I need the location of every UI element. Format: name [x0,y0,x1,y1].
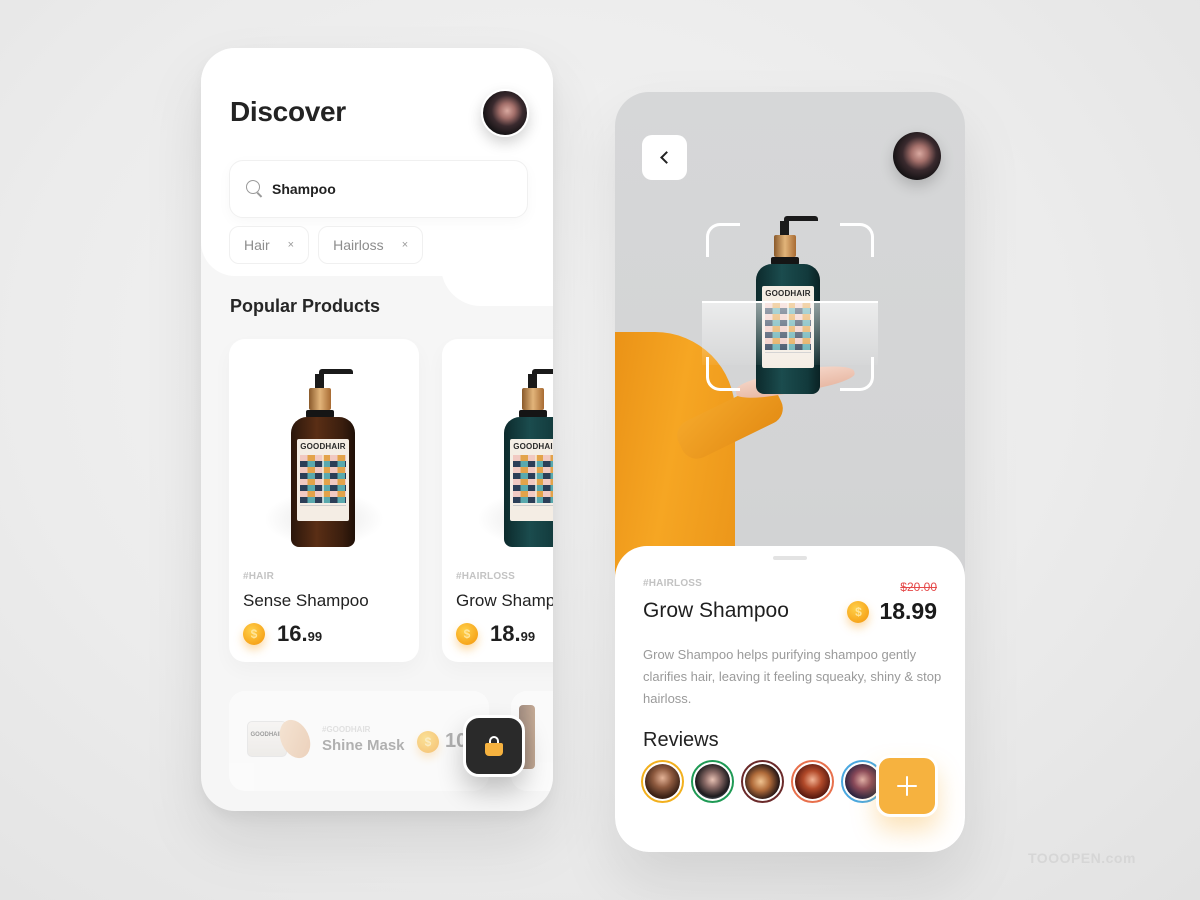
close-icon[interactable]: × [288,239,294,251]
reviewer-list [641,760,884,803]
cart-button[interactable] [463,715,525,777]
add-to-cart-button[interactable] [876,755,938,817]
product-price: $ 18.99 [456,621,535,647]
scan-frame [702,223,878,391]
user-avatar[interactable] [481,89,529,137]
product-card-grow-shampoo[interactable]: GOODHAIR #HAIRLOSS Grow Shampoo $ 18.99 [442,339,553,662]
chip-label: Hairloss [333,237,384,253]
scan-glow [702,303,878,365]
filter-chip-hair[interactable]: Hair × [229,226,310,264]
shopping-bag-icon [485,736,503,756]
coin-icon: $ [243,623,265,645]
chevron-left-icon [660,151,673,164]
product-price: $ 18.99 [847,598,937,625]
discover-screen: Discover Hair × Hairloss × Popular Produ… [201,48,553,811]
coin-icon: $ [456,623,478,645]
product-name: Grow Shampoo [643,599,789,622]
product-tag: #HAIRLOSS [456,571,516,582]
coin-icon: $ [847,600,870,623]
price-cents: 99 [307,629,323,644]
old-price: $20.00 [900,580,937,594]
product-description: Grow Shampoo helps purifying shampoo gen… [643,647,942,706]
reviews-title: Reviews [643,729,719,751]
product-tag: #HAIR [243,571,275,582]
product-detail-screen: GOODHAIR #HAIRLOSS Grow Shampoo $20.00 $… [615,92,965,852]
scan-line [702,301,878,303]
sheet-drag-handle[interactable] [773,556,807,560]
chip-label: Hair [244,237,270,253]
coin-icon: $ [417,731,439,753]
reviewer-avatar[interactable] [791,760,834,803]
reviewer-avatar[interactable] [741,760,784,803]
reviewer-avatar[interactable] [691,760,734,803]
product-card-sense-shampoo[interactable]: GOODHAIR #HAIR Sense Shampoo $ 16.99 [229,339,419,662]
product-name: Sense Shampoo [243,591,369,610]
product-detail-sheet: #HAIRLOSS Grow Shampoo $20.00 $ 18.99 Gr… [615,546,965,852]
search-input[interactable] [272,181,502,197]
close-icon[interactable]: × [402,239,408,251]
section-title: Popular Products [230,296,381,316]
product-tag: #HAIRLOSS [643,578,703,589]
brand-label: GOODHAIR [513,442,553,451]
header-panel-notch [441,248,553,306]
search-bar[interactable] [229,160,528,218]
price-main: 18. [490,621,521,646]
reviewer-avatar[interactable] [641,760,684,803]
watermark: TOOOPEN.com [1028,850,1136,866]
page-title: Discover [230,96,346,127]
back-button[interactable] [642,135,687,180]
plus-icon [897,776,917,796]
product-tag: #GOODHAIR [322,725,371,734]
product-name: Shine Mask [322,737,405,754]
scan-corner [706,223,740,257]
price-value: 18.99 [879,598,937,624]
filter-chip-hairloss[interactable]: Hairloss × [318,226,424,264]
brand-label: GOODHAIR [300,442,346,451]
product-price: $ 16.99 [243,621,322,647]
user-avatar[interactable] [893,132,941,180]
scan-corner [840,223,874,257]
product-card-shine-mask[interactable]: GOODHAIR #GOODHAIR Shine Mask $ 10 [229,691,489,791]
filter-chips: Hair × Hairloss × [229,226,424,264]
search-icon [246,180,264,198]
price-cents: 99 [520,629,536,644]
product-name: Grow Shampoo [456,591,553,610]
price-main: 16. [277,621,308,646]
